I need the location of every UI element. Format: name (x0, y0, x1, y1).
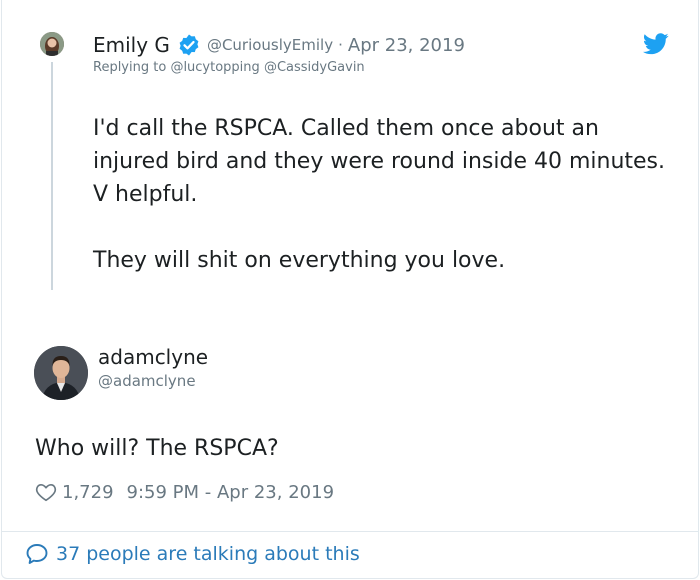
twitter-bird-icon[interactable] (642, 33, 669, 55)
like-count[interactable]: 1,729 (62, 482, 114, 503)
main-tweet-text: Who will? The RSPCA? (35, 436, 279, 461)
verified-badge-icon (177, 33, 201, 57)
parent-tweet-header: Emily G @CuriouslyEmily · Apr 23, 2019 (93, 31, 465, 59)
heart-icon[interactable] (35, 481, 57, 503)
conversation-link-text: 37 people are talking about this (56, 543, 360, 565)
main-author-avatar[interactable] (34, 346, 88, 400)
parent-author-avatar[interactable] (40, 32, 64, 56)
parent-author-name[interactable]: Emily G (93, 33, 170, 57)
thread-connector-line (51, 62, 53, 290)
main-author-handle[interactable]: @adamclyne (98, 372, 196, 390)
main-author-name[interactable]: adamclyne (98, 345, 208, 369)
parent-author-handle[interactable]: @CuriouslyEmily (207, 36, 333, 54)
tweet-paragraph: I'd call the RSPCA. Called them once abo… (93, 116, 665, 207)
tweet-timestamp[interactable]: 9:59 PM - Apr 23, 2019 (127, 482, 334, 503)
parent-tweet-text: I'd call the RSPCA. Called them once abo… (93, 112, 673, 277)
footer-divider (2, 531, 698, 532)
tweet-embed-card: Emily G @CuriouslyEmily · Apr 23, 2019 R… (1, 0, 699, 579)
header-separator: · (338, 36, 343, 54)
speech-bubble-icon (25, 542, 49, 566)
replying-to-label: Replying to (93, 60, 167, 75)
parent-tweet-date[interactable]: Apr 23, 2019 (348, 35, 465, 56)
tweet-paragraph: They will shit on everything you love. (93, 248, 506, 273)
replying-to-line: Replying to @lucytopping @CassidyGavin (93, 60, 365, 75)
reply-mention[interactable]: @lucytopping (170, 60, 259, 75)
reply-mention[interactable]: @CassidyGavin (264, 60, 365, 75)
conversation-link[interactable]: 37 people are talking about this (25, 540, 360, 568)
tweet-stats: 1,729 9:59 PM - Apr 23, 2019 (35, 479, 334, 505)
